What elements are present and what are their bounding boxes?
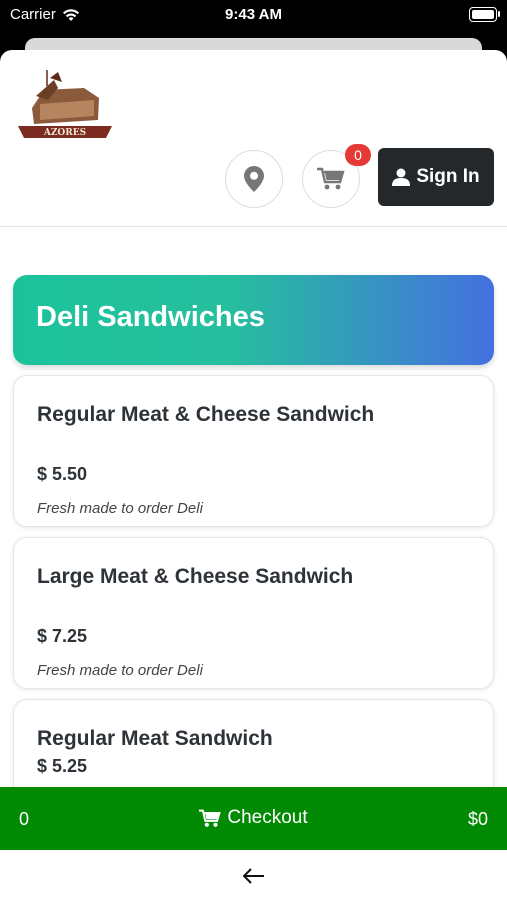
status-bar: Carrier 9:43 AM: [0, 0, 507, 30]
location-button[interactable]: [225, 150, 283, 208]
logo-image: AZORES: [18, 70, 112, 138]
header: AZORES 0 Sign In: [0, 50, 507, 227]
item-name: Regular Meat & Cheese Sandwich: [37, 403, 375, 426]
category-title: Deli Sandwiches: [36, 301, 265, 333]
item-price: $ 5.50: [37, 464, 88, 484]
item-price: $ 7.25: [37, 626, 88, 646]
bottom-nav: [0, 850, 507, 900]
item-description: Fresh made to order Deli: [37, 662, 203, 679]
item-name: Regular Meat Sandwich: [37, 727, 273, 750]
modal-sheet: AZORES 0 Sign In Deli Sandwiches Regular…: [0, 50, 507, 900]
checkout-button[interactable]: Checkout: [0, 807, 507, 829]
checkout-bar[interactable]: 0 Checkout $0: [0, 787, 507, 850]
location-pin-icon: [244, 166, 264, 192]
cart-icon: [317, 167, 345, 190]
svg-text:AZORES: AZORES: [43, 128, 86, 138]
status-time: 9:43 AM: [225, 6, 282, 23]
category-banner: Deli Sandwiches: [13, 275, 494, 365]
store-logo[interactable]: AZORES: [14, 68, 116, 144]
sign-in-label: Sign In: [416, 166, 480, 187]
menu-item-card[interactable]: Regular Meat & Cheese Sandwich $ 5.50 Fr…: [13, 375, 494, 527]
menu-item-card[interactable]: Large Meat & Cheese Sandwich $ 7.25 Fres…: [13, 537, 494, 689]
item-description: Fresh made to order Deli: [37, 500, 203, 517]
checkout-total: $0: [467, 809, 488, 829]
back-arrow-icon[interactable]: [243, 868, 265, 884]
checkout-label: Checkout: [227, 807, 308, 828]
sign-in-button[interactable]: Sign In: [378, 148, 494, 206]
battery-icon: [469, 7, 500, 22]
item-name: Large Meat & Cheese Sandwich: [37, 565, 354, 588]
user-icon: [392, 168, 411, 186]
cart-count-badge: 0: [345, 144, 371, 166]
cart-icon: [199, 809, 222, 827]
item-price: $ 5.25: [37, 756, 88, 776]
